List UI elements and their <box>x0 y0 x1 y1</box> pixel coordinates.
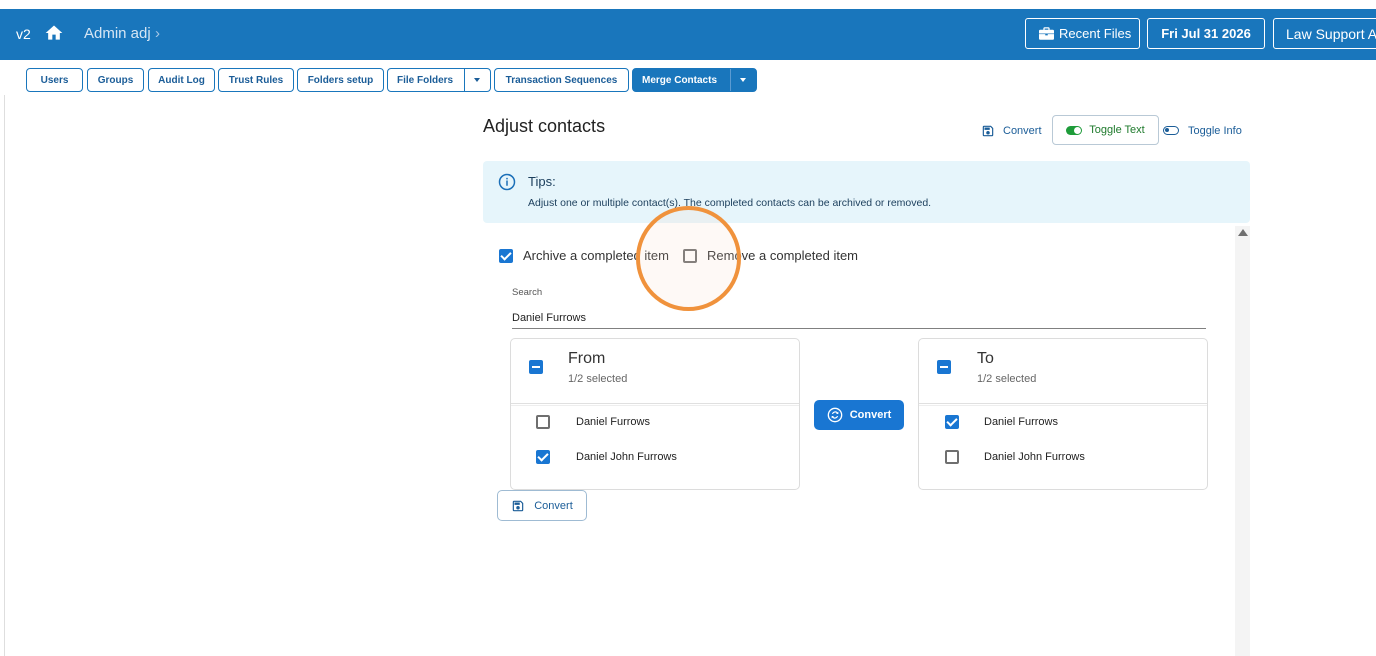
app-header: v2 Admin adj › Recent Files Fri Jul 31 2… <box>0 9 1376 60</box>
to-item-checkbox[interactable] <box>945 450 959 464</box>
bottom-convert-label: Convert <box>534 499 573 512</box>
move-convert-button[interactable]: Convert <box>814 400 904 430</box>
divider <box>919 405 1207 406</box>
nav-groups[interactable]: Groups <box>87 68 144 92</box>
tips-title: Tips: <box>528 174 556 189</box>
nav-split-divider <box>730 69 731 91</box>
app-root: v2 Admin adj › Recent Files Fri Jul 31 2… <box>0 0 1376 656</box>
search-input[interactable] <box>512 308 1206 329</box>
toggle-info-label: Toggle Info <box>1188 124 1242 137</box>
to-item-label[interactable]: Daniel John Furrows <box>984 451 1085 463</box>
nav-transaction-sequences[interactable]: Transaction Sequences <box>494 68 629 92</box>
from-title: From <box>568 350 606 367</box>
from-item-checkbox[interactable] <box>536 415 550 429</box>
from-item-label[interactable]: Daniel Furrows <box>576 416 650 428</box>
nav-file-folders[interactable]: File Folders <box>387 68 491 92</box>
to-select-all-checkbox[interactable] <box>937 360 951 374</box>
breadcrumb-admin[interactable]: Admin adj <box>84 25 151 42</box>
from-item-label[interactable]: Daniel John Furrows <box>576 451 677 463</box>
chevron-down-icon[interactable] <box>740 78 746 82</box>
recent-files-button[interactable]: Recent Files <box>1025 18 1140 49</box>
recent-files-label: Recent Files <box>1059 26 1132 41</box>
briefcase-icon <box>1039 27 1054 40</box>
nav-merge-contacts[interactable]: Merge Contacts <box>632 68 757 92</box>
version-label: v2 <box>16 26 31 42</box>
nav-folders-setup[interactable]: Folders setup <box>297 68 384 92</box>
toolbar-convert-label: Convert <box>1003 124 1042 137</box>
from-list-card: From 1/2 selected Daniel Furrows Daniel … <box>510 338 800 490</box>
page-title: Adjust contacts <box>483 116 606 136</box>
nav-audit-log[interactable]: Audit Log <box>148 68 215 92</box>
tips-panel: Tips: Adjust one or multiple contact(s).… <box>483 161 1250 223</box>
toggle-text-label: Toggle Text <box>1089 124 1145 136</box>
toggle-on-icon <box>1066 125 1083 135</box>
chevron-down-icon[interactable] <box>474 78 480 82</box>
from-item-checkbox[interactable] <box>536 450 550 464</box>
from-select-all-checkbox[interactable] <box>529 360 543 374</box>
from-selected-count: 1/2 selected <box>568 373 628 385</box>
to-selected-count: 1/2 selected <box>977 373 1037 385</box>
left-border <box>4 95 5 656</box>
to-item-label[interactable]: Daniel Furrows <box>984 416 1058 428</box>
sync-icon <box>827 407 843 423</box>
nav-file-folders-label: File Folders <box>397 74 454 86</box>
click-indicator <box>636 206 741 311</box>
nav-trust-rules[interactable]: Trust Rules <box>218 68 294 92</box>
search-label: Search <box>512 287 543 298</box>
to-title: To <box>977 350 994 367</box>
home-icon[interactable] <box>44 23 64 43</box>
tips-text: Adjust one or multiple contact(s). The c… <box>528 197 932 209</box>
toolbar-convert-button[interactable]: Convert <box>981 117 1042 144</box>
toggle-info-button[interactable]: Toggle Info <box>1163 117 1242 144</box>
to-item-checkbox[interactable] <box>945 415 959 429</box>
nav-merge-contacts-label: Merge Contacts <box>642 74 718 86</box>
breadcrumb-chevron-icon: › <box>155 25 160 42</box>
divider <box>919 403 1207 404</box>
top-strip <box>0 0 1376 9</box>
divider <box>511 405 799 406</box>
info-icon <box>498 173 516 191</box>
bottom-convert-button[interactable]: Convert <box>497 490 587 521</box>
user-menu-button[interactable]: Law Support A <box>1273 18 1376 49</box>
to-list-card: To 1/2 selected Daniel Furrows Daniel Jo… <box>918 338 1208 490</box>
scrollbar[interactable] <box>1235 226 1250 656</box>
date-button[interactable]: Fri Jul 31 2026 <box>1147 18 1265 49</box>
save-icon <box>982 125 994 136</box>
scroll-up-icon[interactable] <box>1238 229 1248 236</box>
save-icon <box>512 500 524 511</box>
nav-split-divider <box>464 69 465 91</box>
toggle-off-icon <box>1163 126 1179 135</box>
toggle-text-button[interactable]: Toggle Text <box>1052 115 1159 145</box>
archive-checkbox[interactable] <box>499 249 513 263</box>
divider <box>511 403 799 404</box>
nav-users[interactable]: Users <box>26 68 83 92</box>
move-convert-label: Convert <box>849 409 892 421</box>
